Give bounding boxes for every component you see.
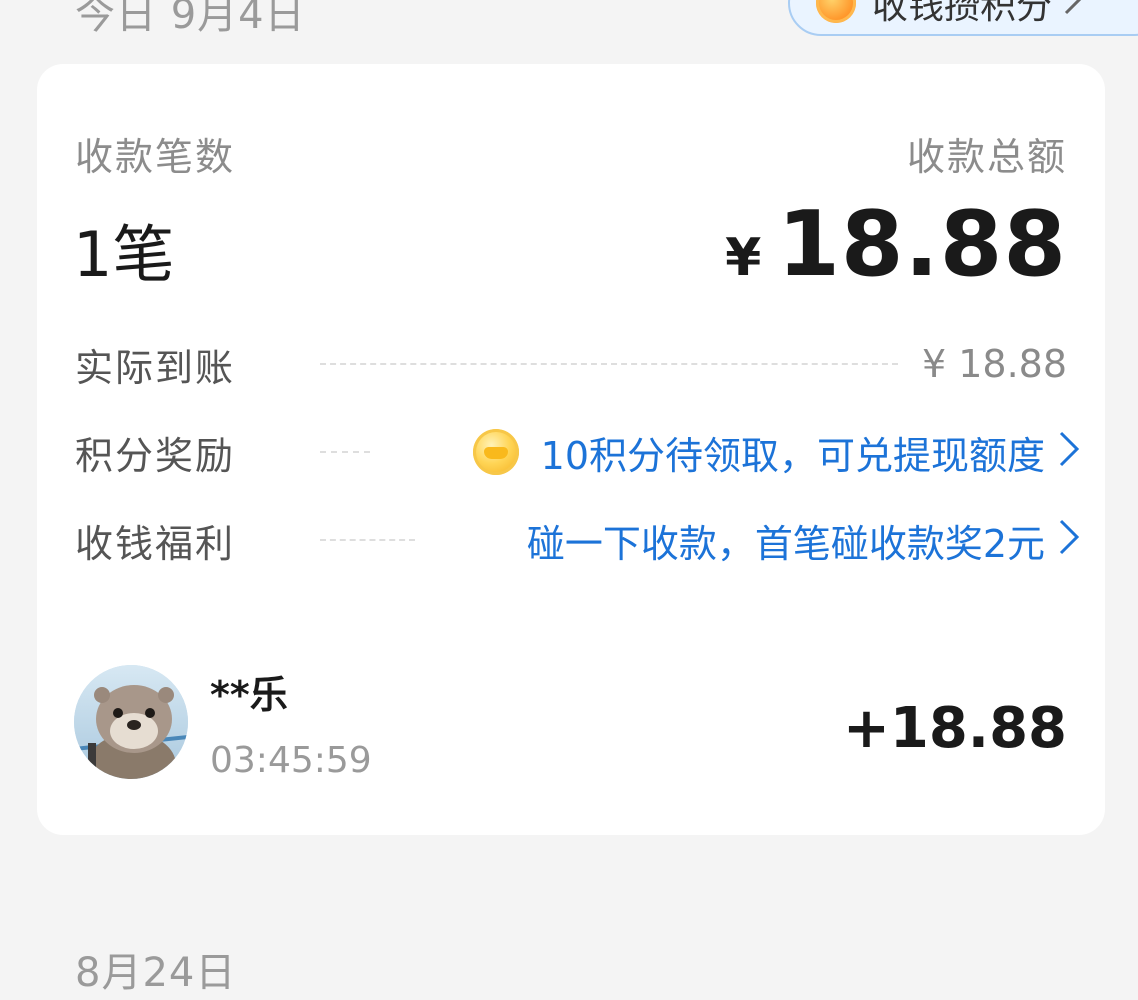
today-date-heading: 今日 9月4日 <box>75 0 306 38</box>
points-reward-link[interactable]: 10积分待领取，可兑提现额度 <box>541 425 1045 480</box>
transaction-time: 03:45:59 <box>210 740 372 781</box>
collection-welfare-label: 收钱福利 <box>75 521 236 566</box>
payment-total-value: 18.88 <box>777 192 1067 297</box>
collection-welfare-row[interactable]: 收钱福利 碰一下收款，首笔碰收款奖2元 <box>75 510 1081 570</box>
dashed-divider <box>320 539 415 541</box>
currency-symbol: ¥ <box>725 228 762 288</box>
coin-icon <box>816 0 856 23</box>
received-row: 实际到账 ¥ 18.88 <box>75 334 1081 394</box>
payment-total-label: 收款总额 <box>906 135 1067 179</box>
chevron-right-icon <box>1057 429 1081 476</box>
earn-points-label: 收钱攒积分 <box>872 0 1053 27</box>
received-value: ¥ 18.88 <box>921 342 1067 386</box>
chevron-right-icon <box>1057 517 1081 564</box>
avatar[interactable] <box>74 665 188 779</box>
coin-icon <box>472 429 519 475</box>
daily-summary-card: 收款笔数 收款总额 1笔 ¥ 18.88 实际到账 ¥ 18.88 积分奖励 1… <box>37 64 1105 835</box>
points-reward-row[interactable]: 积分奖励 10积分待领取，可兑提现额度 <box>75 422 1081 482</box>
received-label: 实际到账 <box>75 345 236 390</box>
collection-welfare-link[interactable]: 碰一下收款，首笔碰收款奖2元 <box>527 513 1045 568</box>
payment-count-label: 收款笔数 <box>75 135 236 179</box>
points-reward-label: 积分奖励 <box>75 433 236 478</box>
payment-total-amount: ¥ 18.88 <box>725 192 1067 297</box>
section-date-heading: 8月24日 <box>75 950 237 996</box>
transaction-amount: +18.88 <box>842 696 1067 761</box>
dashed-divider <box>320 363 898 365</box>
payer-name: **乐 <box>210 673 288 717</box>
chevron-right-icon <box>1062 0 1084 26</box>
dashed-divider <box>320 451 370 453</box>
earn-points-button[interactable]: 收钱攒积分 <box>788 0 1138 36</box>
payment-count-value: 1笔 <box>73 218 175 291</box>
